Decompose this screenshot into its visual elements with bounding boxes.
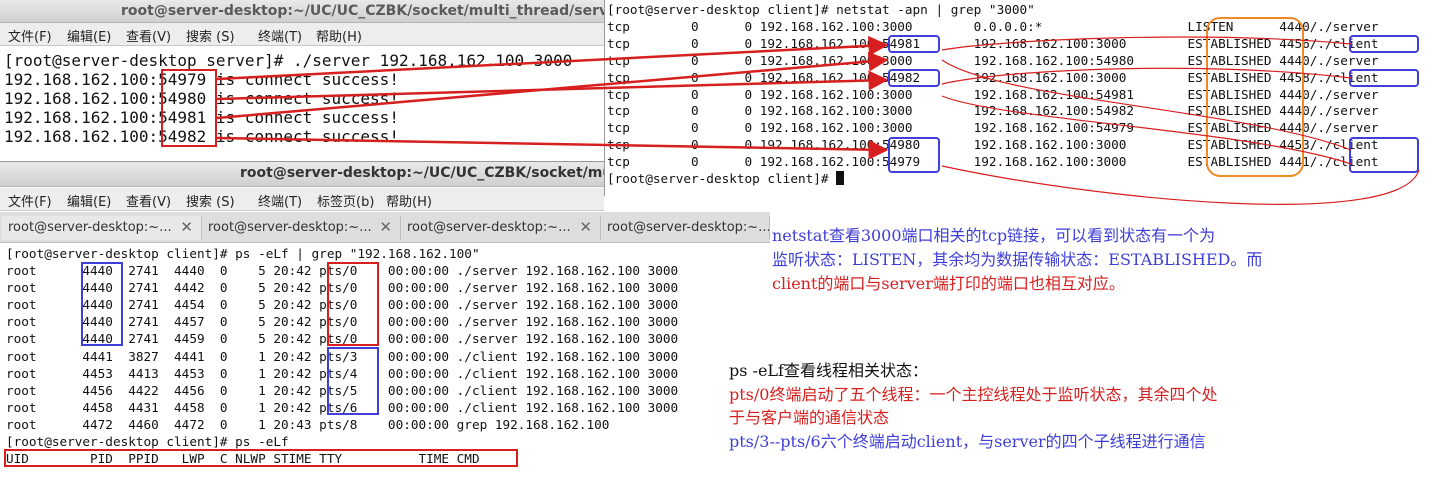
ps-note-line-3: 于与客户端的通信状态 xyxy=(729,408,890,427)
annotation-arrows xyxy=(216,35,1420,205)
arrow-54982 xyxy=(216,136,889,160)
curve-arrow xyxy=(941,67,1352,85)
netstat-note-line-3: client的端口与server端打印的端口也相互对应。 xyxy=(772,274,1125,293)
curve-arrow xyxy=(941,95,1352,165)
curve-arrow xyxy=(941,165,1420,205)
ps-note-line-2: pts/0终端启动了五个线程：一个主控线程处于监听状态，其余四个处 xyxy=(729,385,1218,404)
ps-note-line-4: pts/3--pts/6六个终端启动client，与server的四个子线程进行… xyxy=(729,432,1206,451)
netstat-note-line-1: netstat查看3000端口相关的tcp链接，可以看到状态有一个为 xyxy=(772,226,1216,245)
arrow-54979 xyxy=(216,35,889,81)
arrow-54981 xyxy=(216,51,889,120)
curve-arrow xyxy=(941,36,1352,51)
netstat-note-line-2: 监听状态：LISTEN，其余均为数据传输状态：ESTABLISHED。而 xyxy=(772,250,1263,269)
ps-note-line-1: ps -eLf查看线程相关状态： xyxy=(729,361,928,380)
curve-arrow xyxy=(941,59,1352,151)
